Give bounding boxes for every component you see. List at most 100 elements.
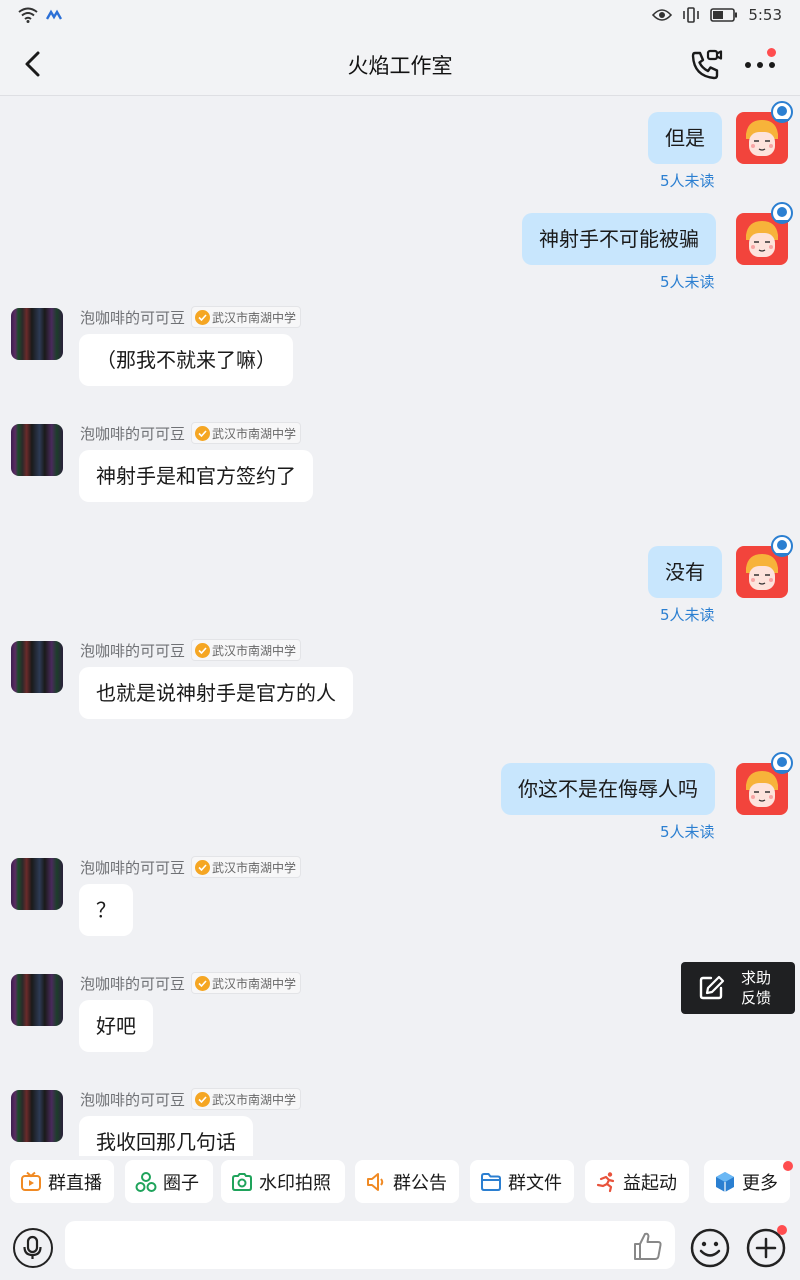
quick-action-live[interactable]: 群直播 xyxy=(10,1160,114,1203)
quick-action-more[interactable]: 更多 xyxy=(704,1160,790,1203)
quick-action-label: 水印拍照 xyxy=(259,1172,331,1194)
quick-action-label: 更多 xyxy=(742,1172,778,1194)
verified-check-icon xyxy=(195,859,211,875)
school-badge-label: 武汉市南湖中学 xyxy=(212,310,297,325)
microphone-icon xyxy=(23,1235,42,1259)
chat-header: 火焰工作室 xyxy=(0,34,800,96)
chat-title: 火焰工作室 xyxy=(347,54,453,78)
live-tv-icon xyxy=(21,1171,41,1191)
wifi-icon xyxy=(18,7,38,23)
message-bubble[interactable]: 没有 xyxy=(648,546,722,598)
status-bar: 5:53 xyxy=(0,0,800,34)
sender-name[interactable]: 泡咖啡的可可豆 xyxy=(80,423,185,444)
sender-avatar[interactable] xyxy=(11,858,63,910)
sender-name[interactable]: 泡咖啡的可可豆 xyxy=(80,640,185,661)
verified-check-icon xyxy=(195,642,211,658)
quick-action-label: 群公告 xyxy=(393,1172,447,1194)
read-status[interactable]: 5人未读 xyxy=(660,604,715,625)
school-badge[interactable]: 武汉市南湖中学 xyxy=(191,639,302,661)
sender-avatar[interactable] xyxy=(11,308,63,360)
quick-action-label: 群直播 xyxy=(48,1172,102,1194)
thumbs-up-icon[interactable] xyxy=(632,1230,664,1262)
quick-action-label: 益起动 xyxy=(623,1172,677,1194)
message-bubble[interactable]: （那我不就来了嘛） xyxy=(79,334,293,386)
message-bubble[interactable]: ？ xyxy=(79,884,133,936)
sender-info: 泡咖啡的可可豆 武汉市南湖中学 xyxy=(80,856,302,878)
quick-action-yiqidong[interactable]: 益起动 xyxy=(585,1160,689,1203)
my-avatar[interactable] xyxy=(736,202,793,265)
verified-check-icon xyxy=(195,975,211,991)
message-bubble[interactable]: 也就是说神射手是官方的人 xyxy=(79,667,353,719)
school-badge-label: 武汉市南湖中学 xyxy=(212,1092,297,1107)
read-status[interactable]: 5人未读 xyxy=(660,821,715,842)
astronaut-badge-icon xyxy=(771,752,793,774)
speaker-icon xyxy=(367,1172,384,1191)
school-badge[interactable]: 武汉市南湖中学 xyxy=(191,306,302,328)
quick-action-files[interactable]: 群文件 xyxy=(470,1160,574,1203)
message-input[interactable] xyxy=(65,1221,675,1269)
sender-name[interactable]: 泡咖啡的可可豆 xyxy=(80,1089,185,1110)
sender-info: 泡咖啡的可可豆 武汉市南湖中学 xyxy=(80,972,302,994)
school-badge[interactable]: 武汉市南湖中学 xyxy=(191,856,302,878)
clock: 5:53 xyxy=(748,6,782,24)
sender-info: 泡咖啡的可可豆 武汉市南湖中学 xyxy=(80,306,302,328)
help-label-line1: 求助 xyxy=(741,969,772,987)
cube-icon xyxy=(716,1171,734,1192)
message-bubble[interactable]: 但是 xyxy=(648,112,722,164)
astronaut-badge-icon xyxy=(771,101,793,123)
school-badge-label: 武汉市南湖中学 xyxy=(212,860,297,875)
eye-icon xyxy=(652,9,673,21)
sender-avatar[interactable] xyxy=(11,974,63,1026)
quick-action-label: 群文件 xyxy=(508,1172,562,1194)
battery-icon xyxy=(710,8,738,22)
camera-icon xyxy=(232,1172,252,1191)
sender-name[interactable]: 泡咖啡的可可豆 xyxy=(80,307,185,328)
sender-info: 泡咖啡的可可豆 武汉市南湖中学 xyxy=(80,639,302,661)
sender-avatar[interactable] xyxy=(11,424,63,476)
quick-action-label: 圈子 xyxy=(163,1172,199,1194)
school-badge[interactable]: 武汉市南湖中学 xyxy=(191,1088,302,1110)
message-bubble[interactable]: 好吧 xyxy=(79,1000,153,1052)
add-notification-dot xyxy=(777,1225,787,1235)
help-feedback-button[interactable]: 求助 反馈 xyxy=(681,962,795,1014)
my-avatar[interactable] xyxy=(736,535,793,598)
runner-icon xyxy=(596,1171,615,1192)
edit-icon xyxy=(699,975,725,1000)
quick-action-bar: 群直播 圈子 水印拍照 群公告 群文件 益起动 更多 xyxy=(0,1156,800,1210)
school-badge-label: 武汉市南湖中学 xyxy=(212,643,297,658)
quick-action-announcement[interactable]: 群公告 xyxy=(355,1160,459,1203)
school-badge-label: 武汉市南湖中学 xyxy=(212,976,297,991)
read-status[interactable]: 5人未读 xyxy=(660,170,715,191)
school-badge-label: 武汉市南湖中学 xyxy=(212,426,297,441)
astronaut-badge-icon xyxy=(771,202,793,224)
video-call-icon[interactable] xyxy=(688,47,724,83)
verified-check-icon xyxy=(195,1091,211,1107)
vibrate-icon xyxy=(683,7,700,23)
school-badge[interactable]: 武汉市南湖中学 xyxy=(191,422,302,444)
quick-action-watermark-camera[interactable]: 水印拍照 xyxy=(221,1160,345,1203)
sender-name[interactable]: 泡咖啡的可可豆 xyxy=(80,973,185,994)
school-badge[interactable]: 武汉市南湖中学 xyxy=(191,972,302,994)
message-bubble[interactable]: 神射手是和官方签约了 xyxy=(79,450,313,502)
notification-dot xyxy=(767,48,776,57)
message-bubble[interactable]: 你这不是在侮辱人吗 xyxy=(501,763,715,815)
help-label-line2: 反馈 xyxy=(741,989,772,1007)
voice-button[interactable] xyxy=(13,1228,53,1268)
emoji-icon[interactable] xyxy=(689,1227,731,1269)
notification-icon xyxy=(46,9,62,20)
sender-name[interactable]: 泡咖啡的可可豆 xyxy=(80,857,185,878)
circle-icon xyxy=(135,1171,157,1192)
sender-avatar[interactable] xyxy=(11,641,63,693)
my-avatar[interactable] xyxy=(736,752,793,815)
sender-info: 泡咖啡的可可豆 武汉市南湖中学 xyxy=(80,422,302,444)
sender-avatar[interactable] xyxy=(11,1090,63,1142)
verified-check-icon xyxy=(195,425,211,441)
message-bubble[interactable]: 神射手不可能被骗 xyxy=(522,213,716,265)
read-status[interactable]: 5人未读 xyxy=(660,271,715,292)
quick-action-circle[interactable]: 圈子 xyxy=(125,1160,213,1203)
my-avatar[interactable] xyxy=(736,101,793,164)
astronaut-badge-icon xyxy=(771,535,793,557)
more-notification-dot xyxy=(783,1161,793,1171)
input-bar xyxy=(0,1210,800,1280)
verified-check-icon xyxy=(195,309,211,325)
